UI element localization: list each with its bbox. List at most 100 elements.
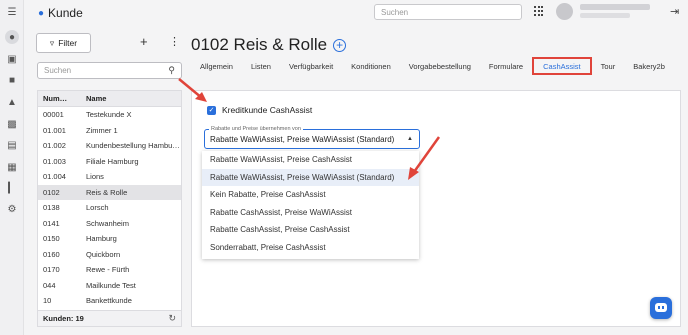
- cell-name: Rewe - Fürth: [86, 265, 130, 275]
- page-title: 0102 Reis & Rolle +: [191, 35, 347, 55]
- refresh-icon[interactable]: ↻: [168, 313, 176, 324]
- logout-icon[interactable]: ⇥: [670, 5, 679, 18]
- tab-listen[interactable]: Listen: [242, 57, 280, 75]
- cart-icon[interactable]: ▲: [5, 95, 19, 109]
- tab-bakery2b[interactable]: Bakery2b: [624, 57, 674, 75]
- cell-name: Schwanheim: [86, 218, 129, 228]
- select-value: Rabatte WaWiAssist, Preise WaWiAssist (S…: [210, 135, 395, 144]
- tab-allgemein[interactable]: Allgemein: [191, 57, 242, 75]
- tab-cashassist[interactable]: CashAssist: [532, 57, 592, 75]
- cell-num: 0170: [43, 265, 60, 275]
- app-title: ● Kunde: [38, 6, 83, 20]
- tab-konditionen[interactable]: Konditionen: [342, 57, 400, 75]
- table-row[interactable]: 0160 Quickborn: [38, 247, 181, 263]
- scan-icon[interactable]: ▣: [5, 52, 19, 66]
- avatar[interactable]: [556, 3, 573, 20]
- filter-label: Filter: [58, 38, 78, 48]
- table-row[interactable]: 01.003 Filiale Hamburg: [38, 154, 181, 170]
- select-option[interactable]: Sonderrabatt, Preise CashAssist: [202, 239, 419, 257]
- chart-icon[interactable]: ▎: [5, 181, 19, 195]
- cell-num: 01.003: [43, 156, 66, 166]
- cell-num: 0141: [43, 218, 60, 228]
- cell-num: 044: [43, 280, 56, 290]
- clipboard-icon[interactable]: ▦: [5, 160, 19, 174]
- cell-num: 0102: [43, 187, 60, 197]
- column-header-name[interactable]: Name: [82, 94, 181, 103]
- select-option[interactable]: Rabatte WaWiAssist, Preise WaWiAssist (S…: [202, 168, 419, 186]
- top-bar: ● Kunde Suchen ⇥: [24, 0, 688, 26]
- table-row[interactable]: 0102 Reis & Rolle: [38, 184, 181, 200]
- document-icon[interactable]: ▤: [5, 138, 19, 152]
- table-row[interactable]: 0150 Hamburg: [38, 231, 181, 247]
- customer-list-panel: ▿ Filter + ⋮ Suchen ⚲ Num… Name 00001 Tes…: [36, 32, 183, 327]
- global-search-input[interactable]: Suchen: [374, 4, 522, 20]
- tab-verfügbarkeit[interactable]: Verfügbarkeit: [280, 57, 342, 75]
- select-option[interactable]: Kein Rabatte, Preise CashAssist: [202, 186, 419, 204]
- select-option[interactable]: Rabatte CashAssist, Preise CashAssist: [202, 221, 419, 239]
- checkbox-checked-icon[interactable]: ✓: [207, 105, 216, 115]
- app-title-text: Kunde: [48, 6, 83, 20]
- cell-num: 0160: [43, 249, 60, 259]
- list-search-placeholder: Suchen: [44, 66, 72, 75]
- tab-formulare[interactable]: Formulare: [480, 57, 532, 75]
- table-row[interactable]: 10 Bankettkunde: [38, 293, 181, 309]
- briefcase-icon[interactable]: ■: [5, 73, 19, 87]
- cell-name: Zimmer 1: [86, 125, 118, 135]
- cell-name: Bankettkunde: [86, 296, 132, 306]
- cell-name: Filiale Hamburg: [86, 156, 139, 166]
- add-circle-icon[interactable]: +: [333, 38, 347, 52]
- cell-num: 01.004: [43, 172, 66, 182]
- bot-icon: [655, 303, 667, 312]
- column-header-num[interactable]: Num…: [38, 94, 82, 103]
- price-source-select[interactable]: Rabatte und Preise übernehmen von Rabatt…: [204, 126, 420, 149]
- cell-num: 01.002: [43, 141, 66, 151]
- apps-grid-icon[interactable]: [534, 6, 544, 16]
- cell-name: Lions: [86, 172, 104, 182]
- filter-button[interactable]: ▿ Filter: [36, 33, 91, 53]
- table-footer: Kunden: 19 ↻: [38, 310, 181, 326]
- customer-table: Num… Name 00001 Testekunde X 01.001 Zimmer …: [37, 90, 182, 327]
- filter-icon: ▿: [49, 37, 55, 48]
- global-search-placeholder: Suchen: [381, 7, 409, 17]
- table-row[interactable]: 01.004 Lions: [38, 169, 181, 185]
- table-row[interactable]: 0138 Lorsch: [38, 200, 181, 216]
- settings-icon[interactable]: ⚙: [5, 202, 19, 216]
- table-row[interactable]: 00001 Testekunde X: [38, 107, 181, 123]
- table-row[interactable]: 01.001 Zimmer 1: [38, 123, 181, 139]
- print-icon[interactable]: ▩: [5, 117, 19, 131]
- tab-bar: Allgemein Listen Verfügbarkeit Konditionen V…: [191, 57, 674, 75]
- customer-count: Kunden: 19: [43, 314, 84, 323]
- nav-rail: ☰ ● ▣ ■ ▲ ▩ ▤ ▦ ▎ ⚙: [0, 0, 24, 335]
- select-option[interactable]: Rabatte CashAssist, Preise WaWiAssist: [202, 204, 419, 222]
- select-option[interactable]: Rabatte WaWiAssist, Preise CashAssist: [202, 151, 419, 169]
- user-name-blurred: [580, 4, 650, 10]
- annotation-arrow-right: [408, 136, 441, 180]
- tab-tour[interactable]: Tour: [592, 57, 625, 75]
- person-icon[interactable]: ●: [5, 30, 19, 44]
- checkbox-label: Kreditkunde CashAssist: [222, 105, 313, 115]
- cell-name: Lorsch: [86, 203, 109, 213]
- cell-num: 01.001: [43, 125, 66, 135]
- table-row[interactable]: 01.002 Kundenbestellung Hambu…: [38, 138, 181, 154]
- cell-name: Hamburg: [86, 234, 117, 244]
- user-role-blurred: [580, 13, 630, 18]
- cell-num: 0150: [43, 234, 60, 244]
- cell-name: Mailkunde Test: [86, 280, 136, 290]
- table-row[interactable]: 0170 Rewe - Fürth: [38, 262, 181, 278]
- cell-num: 0138: [43, 203, 60, 213]
- menu-icon[interactable]: ☰: [5, 5, 19, 19]
- chat-bot-button[interactable]: [650, 297, 672, 319]
- cell-num: 00001: [43, 110, 64, 120]
- search-icon: ⚲: [168, 65, 175, 75]
- page-title-text: 0102 Reis & Rolle: [191, 35, 328, 54]
- kreditkunde-checkbox-row[interactable]: ✓ Kreditkunde CashAssist: [207, 105, 312, 115]
- more-vert-icon[interactable]: ⋮: [169, 35, 180, 48]
- select-dropdown: Rabatte WaWiAssist, Preise CashAssist Rab…: [202, 151, 419, 259]
- list-search-input[interactable]: Suchen ⚲: [37, 62, 182, 79]
- table-row[interactable]: 0141 Schwanheim: [38, 216, 181, 232]
- cell-name: Testekunde X: [86, 110, 132, 120]
- cell-name: Kundenbestellung Hambu…: [86, 141, 180, 151]
- add-icon[interactable]: +: [140, 34, 148, 49]
- table-row[interactable]: 044 Mailkunde Test: [38, 278, 181, 294]
- tab-vorgabebestellung[interactable]: Vorgabebestellung: [400, 57, 480, 75]
